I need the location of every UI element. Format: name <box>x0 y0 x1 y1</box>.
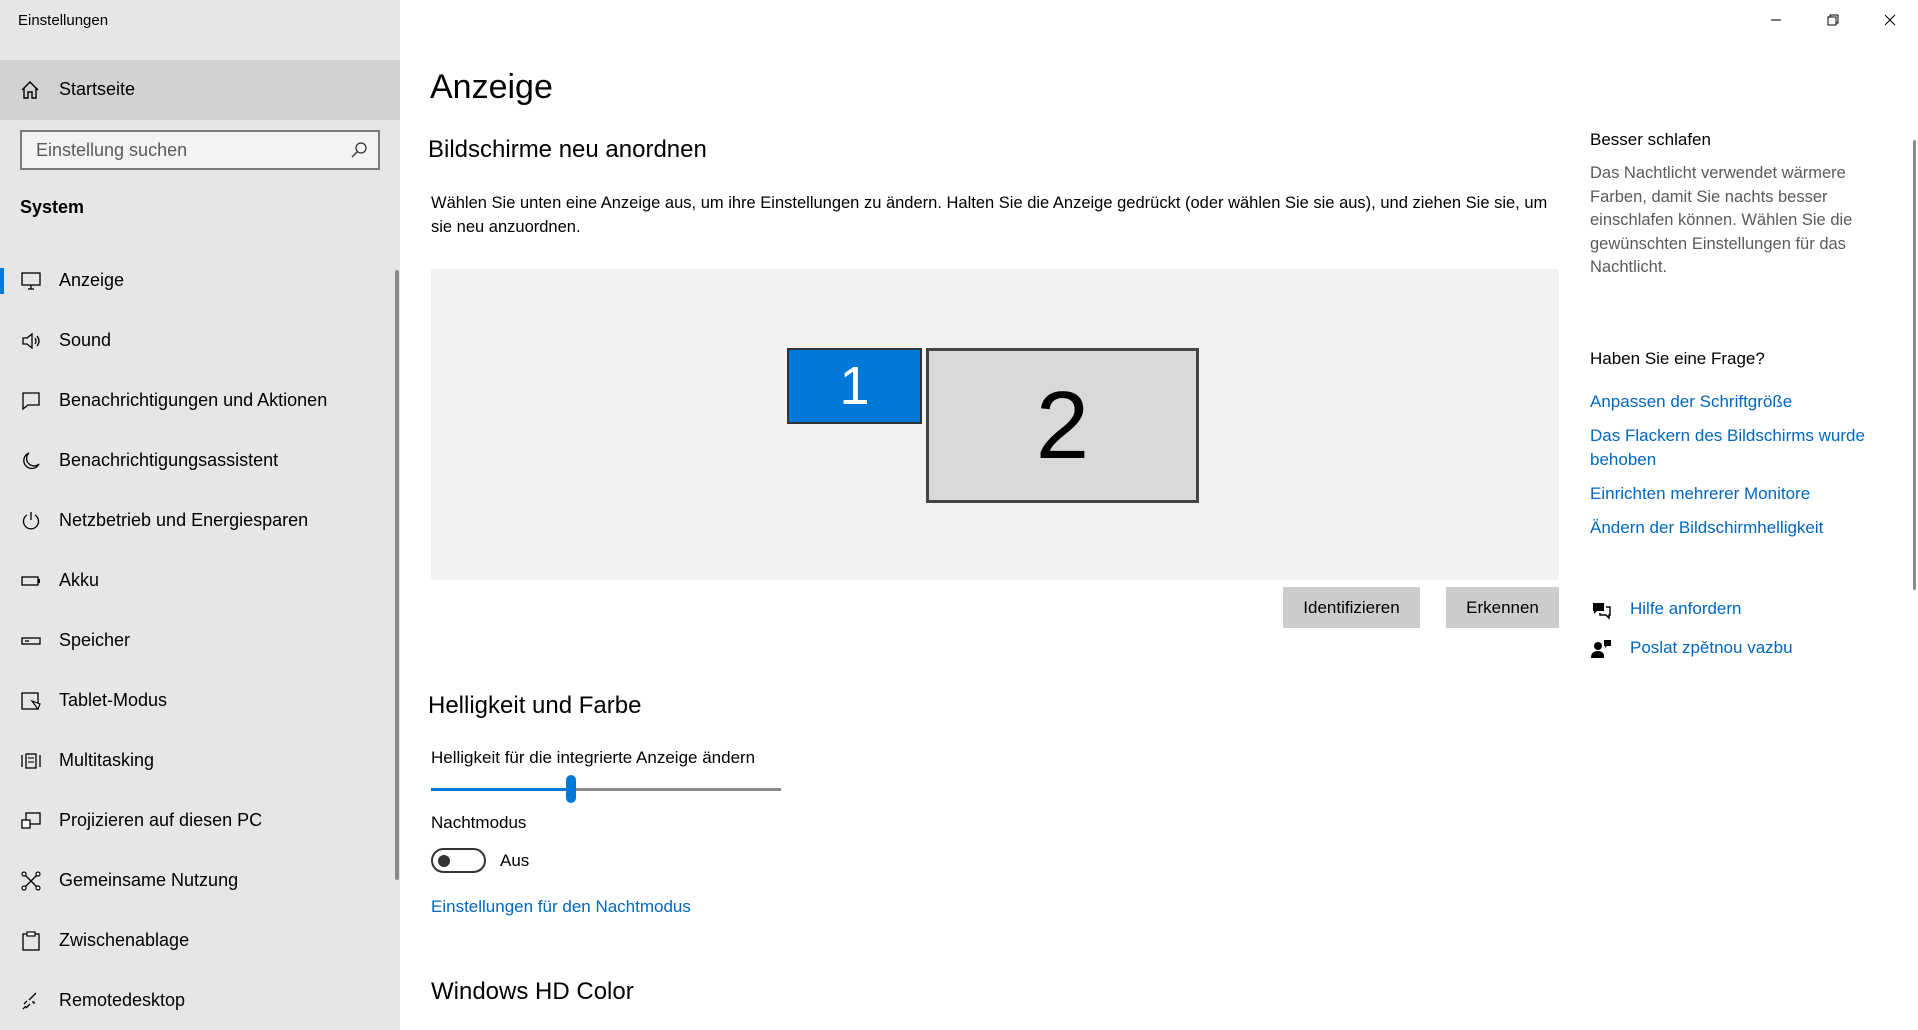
brightness-slider[interactable] <box>431 775 781 803</box>
power-icon <box>22 512 40 530</box>
sidebar-item-benachrichtigungsassistent[interactable]: Benachrichtigungsassistent <box>0 431 394 491</box>
slider-fill <box>431 788 571 791</box>
question-heading: Haben Sie eine Frage? <box>1590 349 1765 368</box>
battery-icon <box>21 576 40 586</box>
sidebar-item-label: Akku <box>59 570 100 590</box>
search-box[interactable] <box>20 130 380 170</box>
sidebar-item-remotedesktop[interactable]: Remotedesktop <box>0 971 394 1030</box>
sidebar-item-anzeige[interactable]: Anzeige <box>0 251 394 311</box>
sidebar: Einstellungen Startseite System A <box>0 0 400 1030</box>
settings-window: Einstellungen Startseite System A <box>0 0 1918 1030</box>
sidebar-item-akku[interactable]: Akku <box>0 551 394 611</box>
sleep-heading: Besser schlafen <box>1590 130 1711 149</box>
sidebar-item-label: Remotedesktop <box>59 990 186 1010</box>
sidebar-item-projizieren[interactable]: Projizieren auf diesen PC <box>0 791 394 851</box>
sidebar-item-label: Tablet-Modus <box>59 690 168 710</box>
link-brightness[interactable]: Ändern der Bildschirmhelligkeit <box>1590 516 1890 540</box>
sidebar-item-label: Benachrichtigungsassistent <box>59 450 279 470</box>
clipboard-icon <box>22 931 40 951</box>
link-font-size[interactable]: Anpassen der Schriftgröße <box>1590 390 1890 414</box>
help-label: Hilfe anfordern <box>1630 599 1742 618</box>
home-label: Startseite <box>59 79 136 99</box>
help-chat-icon <box>1593 603 1611 620</box>
moon-icon <box>23 452 40 470</box>
night-mode-state: Aus <box>500 851 530 870</box>
sidebar-item-label: Netzbetrieb und Energiesparen <box>59 510 309 530</box>
monitor-icon <box>21 272 41 290</box>
sidebar-item-label: Benachrichtigungen und Aktionen <box>59 390 328 410</box>
sidebar-item-tablet-modus[interactable]: Tablet-Modus <box>0 671 394 731</box>
restore-button[interactable] <box>1804 0 1861 40</box>
page-title: Anzeige <box>430 68 553 106</box>
project-icon <box>21 812 41 829</box>
main-content: Anzeige Bildschirme neu anordnen Wählen … <box>400 0 1918 1030</box>
link-flicker[interactable]: Das Flackern des Bildschirms wurde behob… <box>1590 424 1890 472</box>
sidebar-item-label: Gemeinsame Nutzung <box>59 870 239 890</box>
night-mode-settings-link[interactable]: Einstellungen für den Nachtmodus <box>431 897 691 917</box>
sidebar-scrollbar[interactable] <box>395 270 399 880</box>
window-controls <box>1747 0 1918 40</box>
monitor-1[interactable]: 1 <box>787 348 922 424</box>
sidebar-item-label: Sound <box>59 330 112 350</box>
close-button[interactable] <box>1861 0 1918 40</box>
app-title: Einstellungen <box>18 12 109 29</box>
sidebar-item-gemeinsame-nutzung[interactable]: Gemeinsame Nutzung <box>0 851 394 911</box>
sidebar-item-label: Anzeige <box>59 270 125 290</box>
sidebar-item-netzbetrieb[interactable]: Netzbetrieb und Energiesparen <box>0 491 394 551</box>
brightness-label: Helligkeit für die integrierte Anzeige ä… <box>431 748 756 767</box>
night-mode-toggle[interactable] <box>431 848 486 873</box>
sidebar-item-label: Projizieren auf diesen PC <box>59 810 263 830</box>
tablet-icon <box>21 692 41 711</box>
speaker-icon <box>22 332 40 350</box>
restore-icon <box>1827 14 1838 26</box>
rearrange-description: Wählen Sie unten eine Anzeige aus, um ih… <box>431 194 1548 236</box>
remote-icon <box>22 992 37 1010</box>
rearrange-heading: Bildschirme neu anordnen <box>428 136 707 163</box>
sleep-text: Das Nachtlicht verwendet wärmere Farben,… <box>1590 164 1853 276</box>
sidebar-item-label: Zwischenablage <box>59 930 190 950</box>
sidebar-nav: Anzeige Sound Benachrichtigungen und Akt… <box>0 251 400 1030</box>
sidebar-item-speicher[interactable]: Speicher <box>0 611 394 671</box>
notification-icon <box>22 392 40 411</box>
sidebar-item-multitasking[interactable]: Multitasking <box>0 731 394 791</box>
hdr-heading: Windows HD Color <box>431 978 634 1005</box>
search-icon[interactable] <box>350 141 368 159</box>
storage-icon <box>21 637 41 645</box>
minimize-button[interactable] <box>1747 0 1804 40</box>
feedback-label: Poslat zpětnou vazbu <box>1630 638 1793 657</box>
home-button[interactable]: Startseite <box>0 60 400 120</box>
section-label: System <box>20 197 85 217</box>
feedback-icon <box>1591 640 1611 658</box>
brightness-heading: Helligkeit und Farbe <box>428 692 642 719</box>
toggle-knob <box>438 855 450 867</box>
sidebar-item-label: Multitasking <box>59 750 155 770</box>
multitasking-icon <box>21 753 41 769</box>
home-icon <box>21 81 39 99</box>
link-multiple-monitors[interactable]: Einrichten mehrerer Monitore <box>1590 482 1890 506</box>
detect-button[interactable]: Erkennen <box>1446 587 1559 628</box>
search-input[interactable] <box>22 132 342 168</box>
sidebar-item-zwischenablage[interactable]: Zwischenablage <box>0 911 394 971</box>
sidebar-item-label: Speicher <box>59 630 131 650</box>
share-icon <box>21 871 41 891</box>
close-icon <box>1884 14 1895 26</box>
display-arrangement-area[interactable]: 1 2 <box>431 269 1559 580</box>
main-scrollbar[interactable] <box>1913 140 1916 590</box>
sidebar-item-sound[interactable]: Sound <box>0 311 394 371</box>
night-mode-label: Nachtmodus <box>431 813 527 832</box>
sidebar-item-benachrichtigungen[interactable]: Benachrichtigungen und Aktionen <box>0 371 394 431</box>
slider-thumb[interactable] <box>566 775 576 803</box>
minimize-icon <box>1770 19 1781 21</box>
monitor-2[interactable]: 2 <box>926 348 1199 503</box>
identify-button[interactable]: Identifizieren <box>1283 587 1420 628</box>
